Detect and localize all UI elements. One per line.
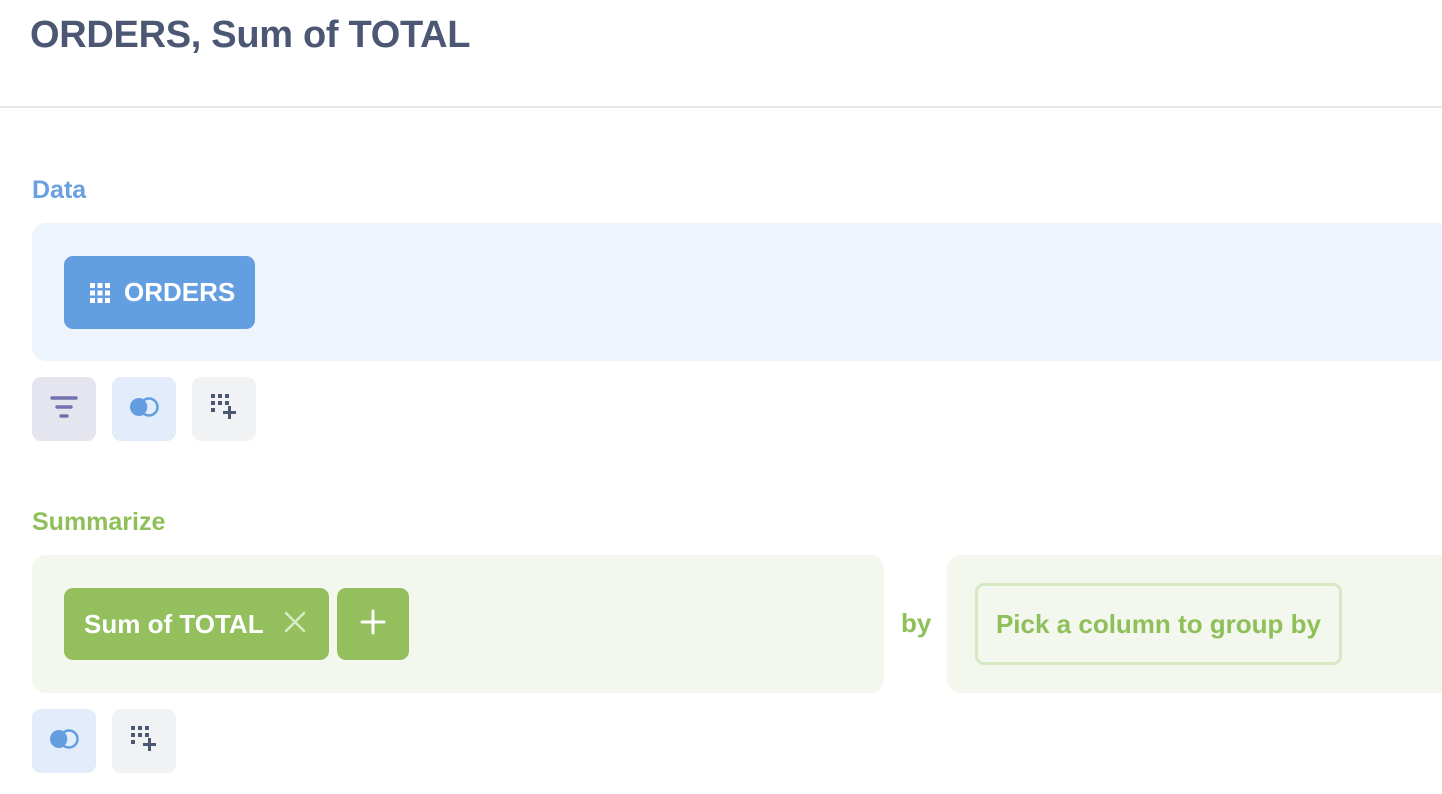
aggregation-pill[interactable]: Sum of TOTAL bbox=[64, 588, 329, 660]
close-icon[interactable] bbox=[283, 610, 307, 634]
add-column-icon bbox=[211, 393, 237, 425]
join-icon bbox=[128, 396, 160, 423]
aggregation-label: Sum of TOTAL bbox=[84, 608, 264, 639]
data-source-button[interactable]: ORDERS bbox=[64, 256, 255, 329]
add-column-icon bbox=[131, 725, 157, 757]
join-icon bbox=[48, 728, 80, 755]
filter-icon bbox=[50, 395, 78, 424]
summarize-section-label: Summarize bbox=[32, 508, 166, 536]
plus-icon bbox=[360, 609, 386, 640]
join-button[interactable] bbox=[32, 709, 96, 773]
group-by-picker[interactable]: Pick a column to group by bbox=[975, 583, 1342, 665]
by-label: by bbox=[901, 608, 932, 638]
custom-column-button[interactable] bbox=[192, 377, 256, 441]
data-source-label: ORDERS bbox=[124, 277, 236, 307]
page-title: ORDERS, Sum of TOTAL bbox=[30, 14, 471, 56]
add-aggregation-button[interactable] bbox=[337, 588, 409, 660]
filter-button[interactable] bbox=[32, 377, 96, 441]
table-grid-icon bbox=[90, 282, 110, 303]
data-section-label: Data bbox=[32, 176, 87, 204]
header: ORDERS, Sum of TOTAL bbox=[0, 0, 1442, 108]
custom-column-button[interactable] bbox=[112, 709, 176, 773]
join-button[interactable] bbox=[112, 377, 176, 441]
